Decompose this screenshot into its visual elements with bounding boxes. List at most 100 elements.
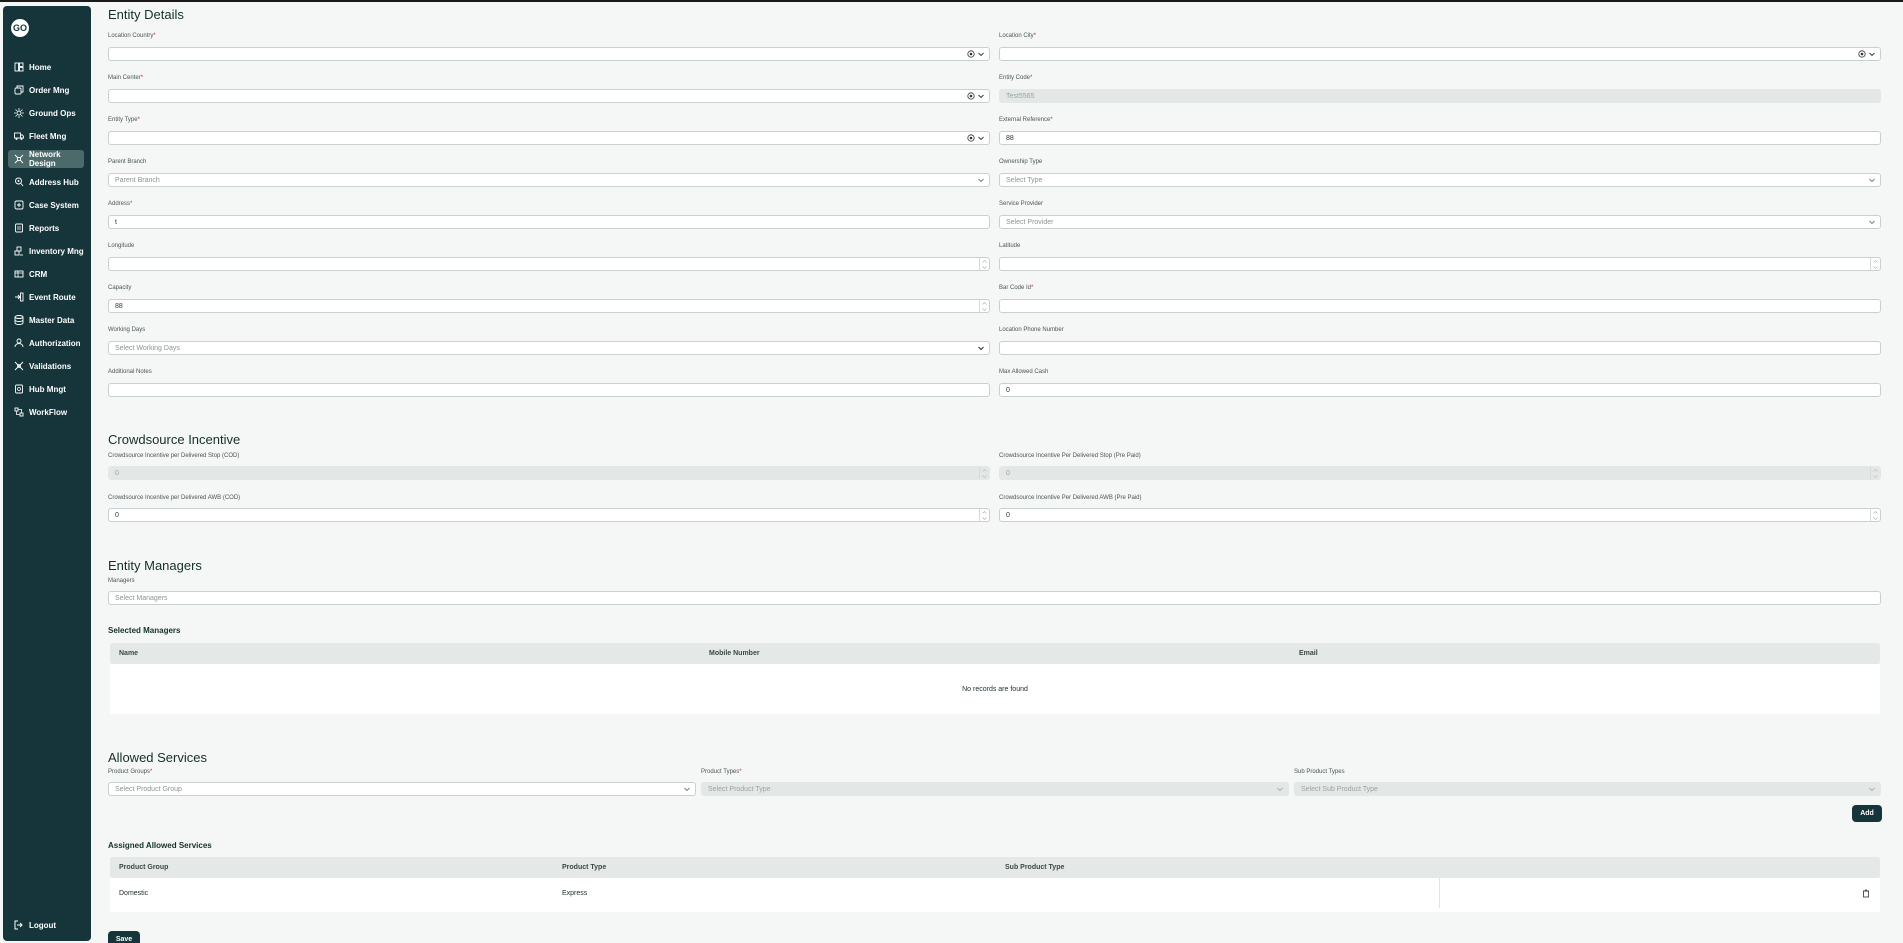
reports-icon	[15, 223, 23, 233]
phone-label: Location Phone Number	[999, 327, 1064, 333]
sidebar-item-label: Case System	[29, 200, 79, 210]
add-service-button[interactable]: Add	[1852, 805, 1882, 822]
entity-type-select[interactable]	[108, 131, 990, 145]
sidebar-item-master-data[interactable]: Master Data	[8, 311, 84, 329]
sidebar-item-label: Inventory Mng	[29, 246, 84, 256]
number-spinner[interactable]	[979, 258, 989, 270]
number-spinner[interactable]	[979, 509, 989, 521]
sidebar-item-label: Hub Mngt	[29, 384, 66, 394]
clear-icon[interactable]	[967, 50, 975, 58]
number-spinner[interactable]	[1870, 509, 1880, 521]
longitude-input[interactable]	[108, 257, 990, 271]
database-icon	[14, 315, 24, 325]
clear-icon[interactable]	[967, 92, 975, 100]
sidebar-item-event-route[interactable]: Event Route	[8, 288, 84, 306]
sidebar-item-fleet-mng[interactable]: Fleet Mng	[8, 127, 84, 145]
event-icon	[15, 292, 24, 302]
truck-icon	[14, 132, 24, 140]
sidebar-item-order-mng[interactable]: Order Mng	[8, 81, 84, 99]
ground-ops-icon	[14, 108, 24, 118]
case-icon	[14, 200, 24, 210]
service-provider-select[interactable]: Select Provider	[999, 215, 1881, 229]
sidebar-item-inventory-mng[interactable]: Inventory Mng	[8, 242, 84, 260]
sidebar-item-label: Master Data	[29, 315, 75, 325]
sidebar-item-hub-mngt[interactable]: Hub Mngt	[8, 380, 84, 398]
capacity-label: Capacity	[108, 285, 132, 291]
phone-input[interactable]	[999, 341, 1881, 355]
user-icon	[14, 338, 24, 348]
chevron-down-icon	[1869, 52, 1875, 57]
external-reference-label: External Reference*	[999, 117, 1053, 123]
location-city-select[interactable]	[999, 47, 1881, 61]
cell-product-group: Domestic	[119, 889, 149, 897]
sidebar-item-reports[interactable]: Reports	[8, 219, 84, 237]
bar-code-input[interactable]	[999, 299, 1881, 313]
max-cash-label: Max Allowed Cash	[999, 369, 1049, 375]
location-country-select[interactable]	[108, 47, 990, 61]
logout-icon	[14, 920, 23, 930]
logout-button[interactable]: Logout	[14, 920, 56, 930]
chevron-down-icon	[1869, 178, 1875, 183]
cell-product-type: Express	[562, 889, 588, 897]
parent-branch-select[interactable]: Parent Branch	[108, 173, 990, 187]
sidebar-item-validations[interactable]: Validations	[8, 357, 84, 375]
working-days-select[interactable]: Select Working Days	[108, 341, 990, 355]
number-spinner[interactable]	[1870, 258, 1880, 270]
delete-icon[interactable]	[1862, 889, 1870, 898]
sidebar-item-case-system[interactable]: Case System	[8, 196, 84, 214]
awb-cod-input[interactable]: 0	[108, 508, 990, 522]
hub-icon	[15, 384, 23, 394]
chevron-down-icon	[978, 136, 984, 141]
empty-state: No records are found	[962, 686, 1028, 693]
bar-code-label: Bar Code Id*	[999, 285, 1034, 291]
number-spinner[interactable]	[979, 300, 989, 312]
sidebar-item-address-hub[interactable]: Address Hub	[8, 173, 84, 191]
column-mobile: Mobile Number	[709, 650, 760, 657]
address-icon	[15, 177, 24, 187]
chevron-down-icon	[684, 787, 690, 792]
latitude-input[interactable]	[999, 257, 1881, 271]
workflow-icon	[14, 407, 24, 417]
sidebar-item-authorization[interactable]: Authorization	[8, 334, 84, 352]
ownership-type-select[interactable]: Select Type	[999, 173, 1881, 187]
sidebar-item-label: Order Mng	[29, 85, 70, 95]
sidebar-item-network-design[interactable]: Network Design	[8, 150, 84, 168]
sidebar-item-home[interactable]: Home	[8, 58, 84, 76]
awb-prepaid-input[interactable]: 0	[999, 508, 1881, 522]
address-label: Address*	[108, 201, 133, 207]
capacity-input[interactable]: 88	[108, 299, 990, 313]
product-groups-select[interactable]: Select Product Group	[108, 782, 696, 796]
sidebar: GO Home Order Mng Ground Ops Fleet Mng Netwo…	[3, 6, 91, 941]
sidebar-item-ground-ops[interactable]: Ground Ops	[8, 104, 84, 122]
home-icon	[14, 62, 24, 72]
sidebar-item-label: Authorization	[29, 338, 81, 348]
stop-prepaid-label: Crowdsource Incentive Per Delivered Stop…	[999, 453, 1141, 459]
notes-input[interactable]	[108, 383, 990, 397]
managers-select[interactable]: Select Managers	[108, 591, 1881, 605]
crm-icon	[14, 270, 24, 278]
number-spinner	[1870, 467, 1880, 479]
column-email: Email	[1299, 650, 1318, 657]
sidebar-item-workflow[interactable]: WorkFlow	[8, 403, 84, 421]
chevron-down-icon	[978, 346, 984, 351]
chevron-down-icon	[978, 52, 984, 57]
allowed-services-title: Allowed Services	[108, 750, 207, 765]
clear-icon[interactable]	[1858, 50, 1866, 58]
save-button[interactable]: Save	[108, 931, 140, 943]
logout-label: Logout	[29, 920, 57, 930]
max-cash-input[interactable]: 0	[999, 383, 1881, 397]
working-days-label: Working Days	[108, 327, 146, 333]
sidebar-item-label: Validations	[29, 361, 72, 371]
longitude-label: Longitude	[108, 243, 135, 249]
latitude-label: Latitude	[999, 243, 1021, 249]
clear-icon[interactable]	[967, 134, 975, 142]
main-center-select[interactable]	[108, 89, 990, 103]
entity-code-label: Entity Code*	[999, 75, 1033, 81]
address-input[interactable]: t	[108, 215, 990, 229]
app-logo: GO	[11, 19, 29, 37]
validation-icon	[14, 361, 24, 371]
sidebar-item-label: CRM	[29, 269, 48, 279]
external-reference-input[interactable]: 88	[999, 131, 1881, 145]
sidebar-item-label: Fleet Mng	[29, 131, 67, 141]
sidebar-item-crm[interactable]: CRM	[8, 265, 84, 283]
